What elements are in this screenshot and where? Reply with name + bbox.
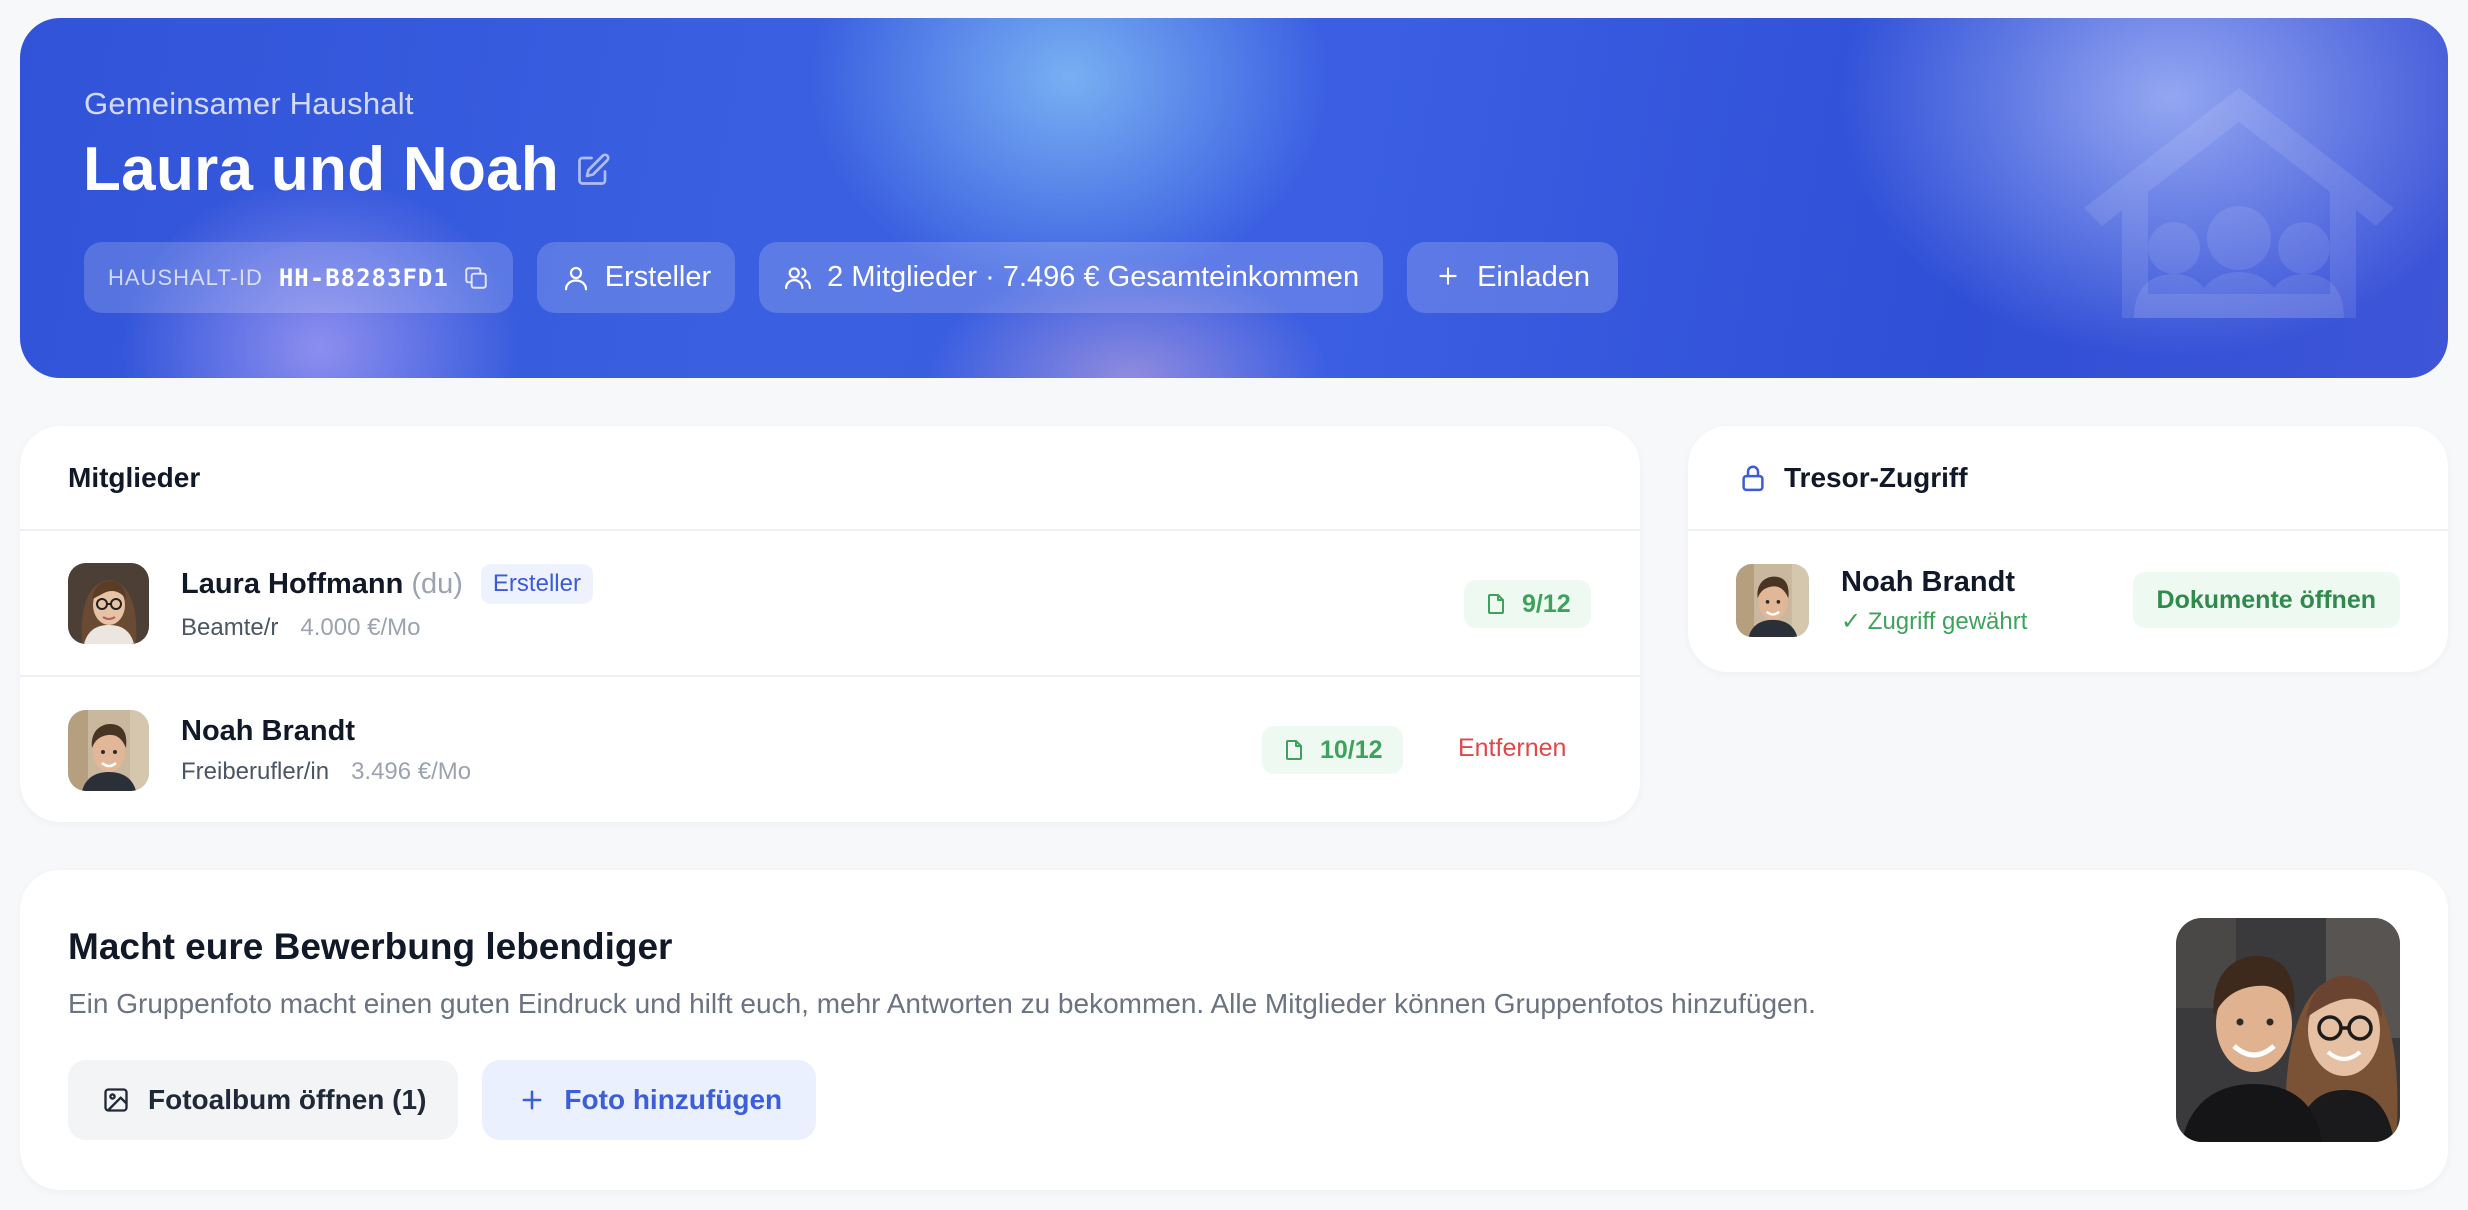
users-icon [783,263,813,293]
member-income: 4.000 €/Mo [300,614,421,641]
members-card: Mitglieder Laura Hoffmann (du) Ersteller [20,426,1640,822]
vault-member-name: Noah Brandt [1841,565,2015,598]
promo-title: Macht eure Bewerbung lebendiger [68,926,673,967]
members-summary-chip: 2 Mitglieder · 7.496 € Gesamteinkommen [759,242,1384,313]
you-tag: (du) [411,567,463,600]
household-header: Gemeinsamer Haushalt Laura und Noah HAUS… [20,18,2448,378]
member-income: 3.496 €/Mo [351,757,472,785]
members-heading: Mitglieder [20,426,1640,531]
promo-actions: Fotoalbum öffnen (1) Foto hinzufügen [68,1060,817,1140]
member-name: Noah Brandt [181,714,355,747]
add-photo-button[interactable]: Foto hinzufügen [482,1060,817,1140]
member-name: Laura Hoffmann [181,567,404,600]
household-subtitle: Gemeinsamer Haushalt [84,86,414,121]
household-title: Laura und Noah [83,134,611,205]
avatar [1736,564,1809,637]
copy-icon[interactable] [463,265,489,291]
avatar [68,562,149,644]
header-chips: HAUSHALT-ID HH-B8283FD1 Ersteller 2 Mitg… [84,242,1618,313]
member-name-line: Laura Hoffmann (du) Ersteller [181,564,593,604]
member-info: Noah Brandt Freiberufler/in 3.496 €/Mo [181,715,471,786]
vault-card: Tresor-Zugriff Noah Brandt ✓ Zugriff gew… [1688,426,2448,672]
image-icon [102,1086,130,1114]
role-chip: Ersteller [536,242,736,313]
member-row[interactable]: Noah Brandt Freiberufler/in 3.496 €/Mo 10… [20,677,1640,823]
add-photo-label: Foto hinzufügen [564,1084,783,1115]
documents-badge[interactable]: 9/12 [1464,580,1591,628]
documents-count: 10/12 [1320,735,1383,764]
access-status: ✓ Zugriff gewährt [1841,607,2028,635]
invite-label: Einladen [1477,261,1590,293]
promo-text: Ein Gruppenfoto macht einen guten Eindru… [68,988,1816,1019]
members-summary-text: 2 Mitglieder · 7.496 € Gesamteinkommen [827,261,1360,293]
member-row[interactable]: Laura Hoffmann (du) Ersteller Beamte/r 4.… [20,531,1640,677]
household-id-label: HAUSHALT-ID [108,264,263,290]
household-title-text: Laura und Noah [83,135,560,204]
lock-icon [1738,463,1768,493]
invite-button[interactable]: Einladen [1407,242,1618,313]
document-icon [1484,592,1508,616]
member-info: Laura Hoffmann (du) Ersteller Beamte/r 4.… [181,564,593,642]
member-details: Beamte/r 4.000 €/Mo [181,614,593,642]
member-occupation: Freiberufler/in [181,757,330,785]
document-icon [1282,738,1306,762]
creator-badge: Ersteller [480,564,593,604]
documents-badge[interactable]: 10/12 [1262,726,1403,774]
group-photo-thumbnail[interactable] [2176,918,2400,1142]
vault-heading-text: Tresor-Zugriff [1784,461,1968,493]
user-icon [561,263,591,293]
household-id-chip[interactable]: HAUSHALT-ID HH-B8283FD1 [84,242,513,313]
group-photo-promo-card: Macht eure Bewerbung lebendiger Ein Grup… [20,870,2448,1190]
member-name-line: Noah Brandt [181,715,471,748]
open-documents-button[interactable]: Dokumente öffnen [2132,572,2400,628]
member-details: Freiberufler/in 3.496 €/Mo [181,758,471,786]
member-occupation: Beamte/r [181,614,279,641]
edit-icon[interactable] [575,152,611,188]
vault-member-row: Noah Brandt ✓ Zugriff gewährt Dokumente … [1688,531,2448,670]
role-label: Ersteller [604,261,712,293]
remove-member-button[interactable]: Entfernen [1458,734,1566,763]
avatar [68,709,149,791]
household-id-value: HH-B8283FD1 [278,263,449,292]
plus-icon [518,1086,546,1114]
documents-count: 9/12 [1522,589,1571,618]
vault-heading: Tresor-Zugriff [1688,426,2448,531]
open-photo-album-label: Fotoalbum öffnen (1) [148,1084,427,1115]
house-family-icon [2084,88,2394,358]
vault-member-info: Noah Brandt ✓ Zugriff gewährt [1841,566,2027,636]
open-photo-album-button[interactable]: Fotoalbum öffnen (1) [68,1060,459,1140]
plus-icon [1435,263,1465,293]
